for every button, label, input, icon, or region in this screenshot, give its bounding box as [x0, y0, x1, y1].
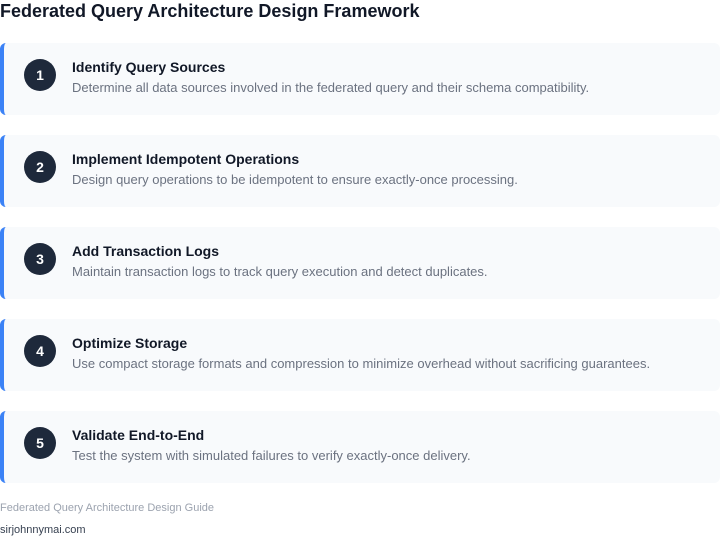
step-number-badge: 5	[24, 427, 56, 459]
step-description: Use compact storage formats and compress…	[72, 356, 651, 371]
step-description: Design query operations to be idempotent…	[72, 172, 518, 187]
page-title: Federated Query Architecture Design Fram…	[0, 1, 420, 21]
step-number-badge: 1	[24, 59, 56, 91]
step-title: Identify Query Sources	[72, 59, 226, 75]
step-number-badge: 2	[24, 151, 56, 183]
step-description: Determine all data sources involved in t…	[72, 80, 590, 95]
step-card: 4 Optimize Storage Use compact storage f…	[0, 319, 720, 391]
step-description: Test the system with simulated failures …	[72, 448, 471, 463]
footer-guide-label: Federated Query Architecture Design Guid…	[0, 502, 215, 514]
step-number-badge: 3	[24, 243, 56, 275]
footer-site-label: sirjohnnymai.com	[0, 524, 86, 536]
step-number-badge: 4	[24, 335, 56, 367]
step-card: 1 Identify Query Sources Determine all d…	[0, 43, 720, 115]
step-title: Validate End-to-End	[72, 427, 205, 443]
step-description: Maintain transaction logs to track query…	[72, 264, 488, 279]
step-card: 3 Add Transaction Logs Maintain transact…	[0, 227, 720, 299]
step-card: 5 Validate End-to-End Test the system wi…	[0, 411, 720, 483]
step-title: Add Transaction Logs	[72, 243, 220, 259]
steps-list: 1 Identify Query Sources Determine all d…	[0, 43, 720, 503]
step-title: Optimize Storage	[72, 335, 188, 351]
step-card: 2 Implement Idempotent Operations Design…	[0, 135, 720, 207]
step-title: Implement Idempotent Operations	[72, 151, 300, 167]
